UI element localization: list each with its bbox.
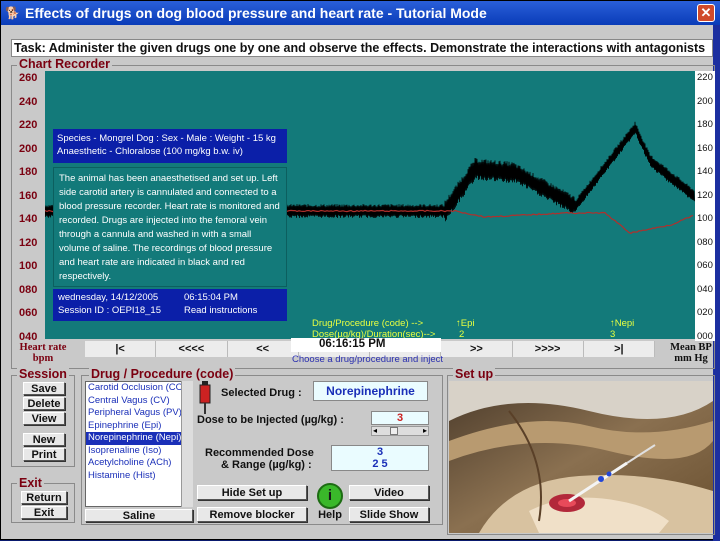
right-axis-tick: 100 <box>697 213 713 224</box>
exit-label: Exit <box>17 476 44 490</box>
recorder-clock: 06:16:15 PM <box>291 338 441 352</box>
title-bar[interactable]: 🐕 Effects of drugs on dog blood pressure… <box>1 1 720 25</box>
left-axis-tick: 260 <box>19 72 38 84</box>
window-title: Effects of drugs on dog blood pressure a… <box>25 5 487 21</box>
slider-left-arrow-icon[interactable]: ◂ <box>373 426 377 435</box>
left-axis-tick: 060 <box>19 307 38 319</box>
dose-label: Dose to be Injected (µg/kg) : <box>197 414 344 426</box>
help-button[interactable]: Help <box>313 509 347 522</box>
print-button[interactable]: Print <box>23 448 65 461</box>
right-axis-tick: 060 <box>697 260 713 271</box>
description-text: The animal has been anaesthetised and se… <box>59 173 280 282</box>
drug-list[interactable]: Carotid Occlusion (CO) Central Vagus (CV… <box>85 381 193 507</box>
recommended-range-value: 2 5 <box>372 458 388 470</box>
right-axis-tick: 180 <box>697 119 713 130</box>
right-axis-tick: 140 <box>697 166 713 177</box>
nav-last-button[interactable]: >| <box>583 341 655 357</box>
drug-item-norepinephrine[interactable]: Norepinephrine (Nepi) <box>86 432 192 445</box>
left-axis-tick: 100 <box>19 260 38 272</box>
marker-nepi-dose: 3 <box>610 329 616 340</box>
right-axis-tick: 120 <box>697 189 713 201</box>
video-button[interactable]: Video <box>349 485 429 500</box>
slider-right-arrow-icon[interactable]: ▸ <box>423 426 427 435</box>
marker-nepi-name: ↑Nepi <box>610 318 635 329</box>
left-axis-tick: 200 <box>19 142 38 155</box>
setup-label: Set up <box>453 367 496 381</box>
description-box: The animal has been anaesthetised and se… <box>53 167 287 287</box>
nav-first-button[interactable]: |< <box>85 341 157 357</box>
read-instructions-link[interactable]: Read instructions <box>184 304 257 317</box>
main-window: 🐕 Effects of drugs on dog blood pressure… <box>0 0 720 541</box>
saline-button[interactable]: Saline <box>85 509 193 522</box>
remove-blocker-button[interactable]: Remove blocker <box>197 507 307 522</box>
right-axis-background <box>695 71 715 341</box>
drug-procedure-label: Drug / Procedure (code) <box>89 367 236 381</box>
save-button[interactable]: Save <box>23 382 65 395</box>
selected-drug-field: Norepinephrine <box>313 381 428 401</box>
left-axis-tick: 140 <box>19 213 38 225</box>
animal-info-box: Species - Mongrel Dog : Sex - Male : Wei… <box>53 129 287 163</box>
return-button[interactable]: Return <box>21 491 67 504</box>
recommended-dose-value: 3 <box>376 446 384 458</box>
task-instruction: Task: Administer the given drugs one by … <box>11 39 713 57</box>
dose-slider[interactable]: ◂ ▸ <box>371 426 429 436</box>
procedure-label-1: Drug/Procedure (code) --> <box>312 318 424 329</box>
right-axis-tick: 200 <box>697 95 713 107</box>
marker-epi-dose: 2 <box>459 329 465 340</box>
slide-show-button[interactable]: Slide Show <box>349 507 429 522</box>
close-button[interactable]: ✕ <box>697 4 715 22</box>
session-label: Session <box>17 367 69 381</box>
nav-back-button[interactable]: << <box>227 341 299 357</box>
date-text: wednesday, 14/12/2005 <box>58 292 159 303</box>
anaesthetic-text: Anaesthetic - Chloralose (100 mg/kg b.w.… <box>57 146 243 157</box>
drug-item-epinephrine[interactable]: Epinephrine (Epi) <box>86 420 192 433</box>
drug-item-isoprenaline[interactable]: Isoprenaline (Iso) <box>86 445 192 458</box>
heart-rate-unit: Heart rate bpm <box>19 342 67 364</box>
time-text: 06:15:04 PM <box>184 292 238 303</box>
left-axis-tick: 120 <box>19 236 38 249</box>
slider-thumb[interactable] <box>390 427 398 435</box>
setup-photo <box>449 381 713 533</box>
session-info-box: wednesday, 14/12/2005 06:15:04 PM Sessio… <box>53 289 287 321</box>
right-axis-tick: 000 <box>697 330 713 342</box>
view-button[interactable]: View <box>23 412 65 425</box>
left-axis-tick: 220 <box>19 119 38 131</box>
left-axis-tick: 080 <box>19 283 38 296</box>
species-text: Species - Mongrel Dog : Sex - Male : Wei… <box>57 133 276 144</box>
recommended-range-label: & Range (µg/kg) : <box>221 459 312 471</box>
left-axis-tick: 040 <box>19 330 38 343</box>
left-axis-tick: 160 <box>19 189 38 202</box>
recommended-dose-box: 3 2 5 <box>331 445 429 471</box>
dose-input[interactable]: 3 <box>371 411 429 425</box>
session-id-text: Session ID : OEPI18_15 <box>58 305 161 316</box>
hide-setup-button[interactable]: Hide Set up <box>197 485 307 500</box>
right-axis-tick: 020 <box>697 307 713 318</box>
recommended-dose-label: Recommended Dose <box>205 447 314 459</box>
choose-drug-hint: Choose a drug/procedure and inject <box>292 354 444 365</box>
drug-item-central-vagus[interactable]: Central Vagus (CV) <box>86 395 192 408</box>
left-axis-tick: 240 <box>19 95 38 108</box>
nav-fast-back-button[interactable]: <<<< <box>156 341 228 357</box>
syringe-icon <box>197 381 213 415</box>
drug-item-acetylcholine[interactable]: Acetylcholine (ACh) <box>86 457 192 470</box>
right-axis-tick: 040 <box>697 283 713 295</box>
help-icon[interactable]: i <box>317 483 343 509</box>
left-axis-tick: 180 <box>19 166 38 178</box>
right-axis-tick: 220 <box>697 72 713 83</box>
app-icon: 🐕 <box>5 6 20 20</box>
delete-button[interactable]: Delete <box>23 397 65 410</box>
drug-list-scrollbar[interactable] <box>181 381 193 507</box>
selected-drug-label: Selected Drug : <box>221 387 302 399</box>
drug-item-carotid-occlusion[interactable]: Carotid Occlusion (CO) <box>86 382 192 395</box>
marker-epi-name: ↑Epi <box>456 318 475 329</box>
drug-item-histamine[interactable]: Histamine (Hist) <box>86 470 192 483</box>
right-axis-tick: 080 <box>697 236 713 248</box>
chart-recorder-label: Chart Recorder <box>17 57 112 71</box>
exit-button[interactable]: Exit <box>21 506 67 519</box>
nav-fast-forward-button[interactable]: >>>> <box>512 341 584 357</box>
drug-item-peripheral-vagus[interactable]: Peripheral Vagus (PV) <box>86 407 192 420</box>
new-button[interactable]: New <box>23 433 65 446</box>
right-axis-tick: 160 <box>697 142 713 154</box>
mean-bp-unit: Mean BP mm Hg <box>670 342 712 364</box>
